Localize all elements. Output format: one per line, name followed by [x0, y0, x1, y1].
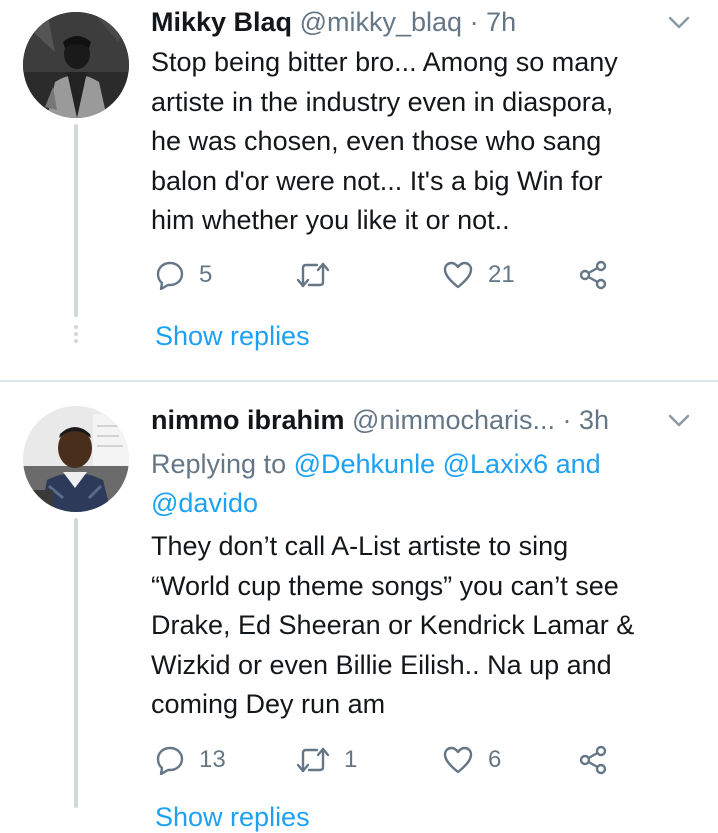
reply-button[interactable]: 13: [155, 740, 226, 780]
heart-outline-icon: [443, 261, 473, 289]
tweet-text-line: Stop being bitter bro... Among so many: [151, 47, 618, 77]
like-count: 6: [488, 746, 502, 773]
tweet-text-line: coming Dey run am: [151, 689, 386, 719]
show-replies-link[interactable]: Show replies: [155, 321, 310, 352]
timestamp[interactable]: · 3h: [563, 405, 610, 435]
reply-count: 5: [199, 261, 213, 288]
tweet-text: They don’t call A-List artiste to sing “…: [151, 527, 696, 725]
display-name[interactable]: Mikky Blaq: [151, 7, 292, 37]
retweet-arrows-icon: [296, 747, 330, 773]
heart-outline-icon: [443, 746, 473, 774]
tweet-header: Mikky Blaq @mikky_blaq · 7h: [151, 5, 516, 39]
tweet-actions: 5 21: [155, 255, 625, 295]
speech-bubble-icon: [156, 746, 184, 775]
avatar[interactable]: [23, 406, 129, 512]
tweet-text-line: They don’t call A-List artiste to sing: [151, 531, 569, 561]
show-replies-link[interactable]: Show replies: [155, 802, 310, 833]
tweet-text-line: artiste in the industry even in diaspora…: [151, 86, 614, 117]
retweet-arrows-icon: [296, 262, 330, 288]
tweet[interactable]: Mikky Blaq @mikky_blaq · 7h Stop being b…: [0, 0, 718, 380]
retweet-count: 1: [344, 746, 358, 773]
retweet-button[interactable]: [296, 255, 344, 295]
replying-to-label: Replying to: [151, 449, 287, 479]
display-name[interactable]: nimmo ibrahim: [151, 405, 345, 435]
mention-joiner: and: [555, 449, 601, 479]
thread-continuation-dots: [74, 325, 78, 346]
avatar-photo: [23, 12, 129, 118]
avatar[interactable]: [23, 12, 129, 118]
tweet-text-line: “World cup theme songs” you can’t see: [151, 570, 619, 601]
reply-button[interactable]: 5: [155, 255, 212, 295]
share-button[interactable]: [578, 740, 608, 780]
like-count: 21: [488, 261, 515, 288]
user-handle[interactable]: @nimmocharis...: [352, 405, 555, 435]
like-button[interactable]: 21: [442, 255, 515, 295]
avatar-photo: [23, 406, 129, 512]
replying-to: Replying to @Dehkunle @Laxix6 and @david…: [151, 445, 691, 523]
tweet-text: Stop being bitter bro... Among so many a…: [151, 43, 696, 241]
tweet-text-line: Wizkid or even Billie Eilish.. Na up and: [151, 649, 612, 680]
tweet-header: nimmo ibrahim @nimmocharis... · 3h: [151, 403, 609, 437]
reply-count: 13: [199, 746, 226, 773]
tweet-text-line: him whether you like it or not..: [151, 205, 510, 235]
share-button[interactable]: [578, 255, 608, 295]
thread-line: [74, 518, 78, 808]
retweet-button[interactable]: 1: [296, 740, 357, 780]
mention-link[interactable]: @Laxix6: [443, 449, 548, 479]
tweet[interactable]: nimmo ibrahim @nimmocharis... · 3h Reply…: [0, 382, 718, 832]
chevron-down-icon[interactable]: [666, 9, 692, 35]
share-nodes-icon: [579, 260, 607, 290]
tweet-text-line: Drake, Ed Sheeran or Kendrick Lamar &: [151, 610, 635, 640]
mention-link[interactable]: @davido: [151, 488, 258, 518]
chevron-down-icon[interactable]: [666, 407, 692, 433]
thread-line: [74, 124, 78, 317]
tweet-actions: 13 1 6: [155, 740, 625, 780]
timestamp[interactable]: · 7h: [470, 7, 517, 37]
like-button[interactable]: 6: [442, 740, 501, 780]
tweet-text-line: balon d'or were not... It's a big Win fo…: [151, 165, 603, 196]
user-handle[interactable]: @mikky_blaq: [300, 7, 462, 37]
tweet-text-line: he was chosen, even those who sang: [151, 126, 602, 156]
mention-link[interactable]: @Dehkunle: [294, 449, 436, 479]
share-nodes-icon: [579, 745, 607, 775]
speech-bubble-icon: [156, 261, 184, 290]
